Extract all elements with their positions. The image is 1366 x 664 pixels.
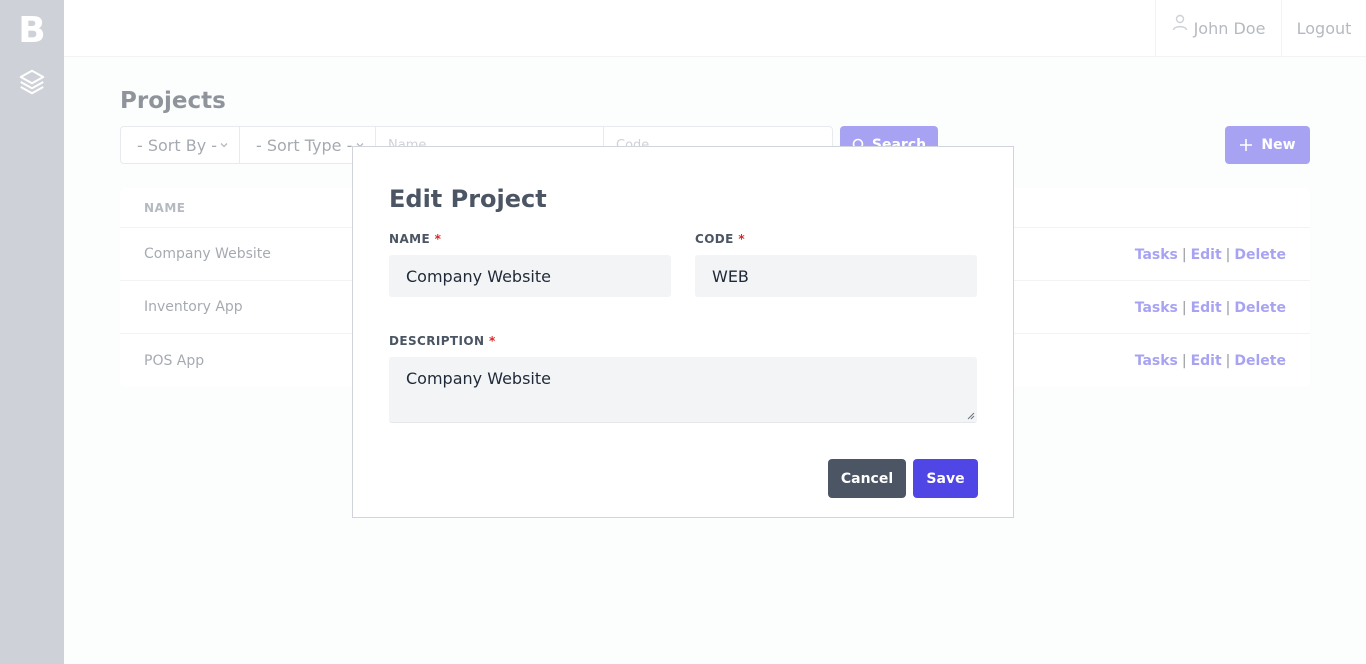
description-textarea[interactable]: Company Website — [389, 357, 977, 423]
name-label: NAME * — [389, 232, 442, 246]
description-value: Company Website — [406, 369, 551, 388]
required-mark: * — [434, 232, 442, 246]
resize-handle-icon[interactable] — [967, 412, 975, 420]
name-field[interactable]: Company Website — [389, 255, 671, 297]
edit-project-modal: Edit Project NAME * Company Website CODE… — [352, 146, 1014, 518]
required-mark: * — [738, 232, 746, 246]
description-label: DESCRIPTION * — [389, 334, 496, 348]
save-button[interactable]: Save — [913, 459, 978, 498]
required-mark: * — [488, 334, 496, 348]
cancel-button[interactable]: Cancel — [828, 459, 906, 498]
modal-title: Edit Project — [389, 185, 547, 213]
code-field[interactable]: WEB — [695, 255, 977, 297]
code-label: CODE * — [695, 232, 746, 246]
